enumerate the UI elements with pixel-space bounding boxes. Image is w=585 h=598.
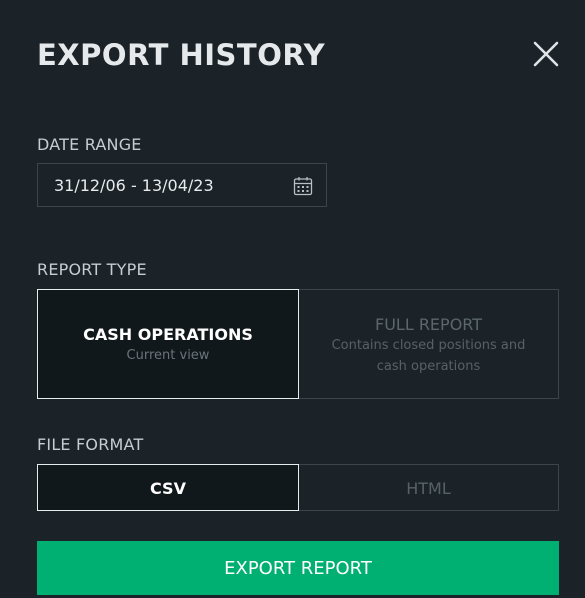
export-report-button[interactable]: EXPORT REPORT	[37, 541, 559, 595]
option-title: CASH OPERATIONS	[83, 325, 253, 344]
dialog-title: EXPORT HISTORY	[37, 38, 326, 72]
date-range-label: DATE RANGE	[37, 135, 142, 154]
export-history-dialog: EXPORT HISTORY DATE RANGE 31/12/06 - 13/…	[0, 0, 585, 598]
close-icon[interactable]	[530, 38, 562, 70]
format-label: CSV	[150, 479, 186, 498]
option-subtitle: Contains closed positions and cash opera…	[331, 338, 526, 374]
format-option-html[interactable]: HTML	[298, 464, 559, 511]
option-subtitle: Current view	[126, 348, 210, 363]
calendar-icon[interactable]	[293, 176, 313, 196]
date-range-field[interactable]: 31/12/06 - 13/04/23	[37, 163, 327, 207]
format-label: HTML	[406, 479, 451, 498]
report-type-label: REPORT TYPE	[37, 260, 147, 279]
report-option-full-report[interactable]: FULL REPORT Contains closed positions an…	[298, 289, 559, 399]
file-format-label: FILE FORMAT	[37, 435, 144, 454]
option-title: FULL REPORT	[374, 315, 483, 334]
date-range-value: 31/12/06 - 13/04/23	[54, 176, 214, 195]
format-option-csv[interactable]: CSV	[37, 464, 299, 511]
report-option-cash-operations[interactable]: CASH OPERATIONS Current view	[37, 289, 299, 399]
